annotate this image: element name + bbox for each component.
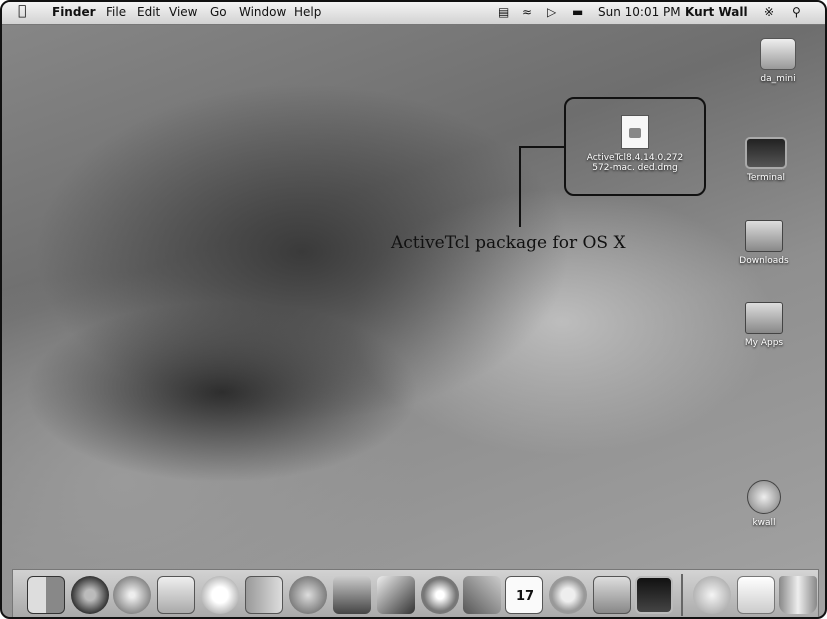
itunes-icon[interactable] bbox=[289, 576, 327, 614]
desktop:  Finder File Edit View Go Window Help ▤… bbox=[0, 0, 827, 619]
iphoto-icon[interactable] bbox=[333, 576, 371, 614]
trash-icon[interactable] bbox=[779, 576, 817, 614]
garageband-icon[interactable] bbox=[463, 576, 501, 614]
finder-icon[interactable] bbox=[27, 576, 65, 614]
dock-separator bbox=[681, 574, 683, 616]
callout-label: ActiveTcl package for OS X bbox=[391, 233, 626, 253]
imovie-icon[interactable] bbox=[377, 576, 415, 614]
ichat-icon[interactable] bbox=[201, 576, 239, 614]
mail-icon[interactable] bbox=[693, 576, 731, 614]
documents-icon[interactable] bbox=[737, 576, 775, 614]
calendar-day: 17 bbox=[515, 589, 535, 604]
preview-icon[interactable] bbox=[157, 576, 195, 614]
dock: 17 bbox=[12, 569, 819, 617]
ical-icon[interactable]: 17 bbox=[505, 576, 543, 614]
dashboard-icon[interactable] bbox=[71, 576, 109, 614]
callout-line bbox=[519, 146, 564, 227]
terminal-dock-icon[interactable] bbox=[635, 576, 673, 614]
time-sync-icon[interactable] bbox=[549, 576, 587, 614]
safari-icon[interactable] bbox=[113, 576, 151, 614]
idvd-icon[interactable] bbox=[421, 576, 459, 614]
address-book-icon[interactable] bbox=[245, 576, 283, 614]
system-preferences-icon[interactable] bbox=[593, 576, 631, 614]
